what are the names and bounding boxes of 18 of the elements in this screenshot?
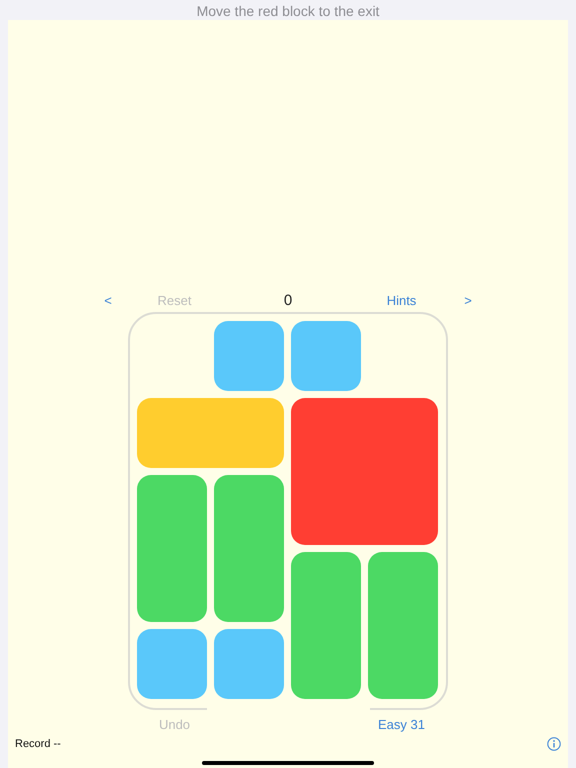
sliding-block[interactable]	[137, 398, 284, 468]
sliding-block[interactable]	[137, 475, 207, 622]
sliding-block[interactable]	[137, 629, 207, 699]
sliding-block[interactable]	[291, 398, 438, 545]
sliding-block[interactable]	[214, 475, 284, 622]
sliding-block[interactable]	[291, 321, 361, 391]
info-icon[interactable]	[547, 737, 561, 751]
sliding-block[interactable]	[214, 629, 284, 699]
sliding-block[interactable]	[291, 552, 361, 699]
sliding-block[interactable]	[214, 321, 284, 391]
previous-button[interactable]: <	[104, 292, 112, 308]
level-button[interactable]: Easy 31	[378, 716, 425, 732]
instruction-text: Move the red block to the exit	[196, 2, 380, 18]
record-text: Record --	[15, 738, 61, 750]
hints-button[interactable]: Hints	[386, 292, 416, 308]
sliding-block[interactable]	[368, 552, 438, 699]
next-button[interactable]: >	[464, 292, 472, 308]
move-counter: 0	[282, 292, 294, 308]
